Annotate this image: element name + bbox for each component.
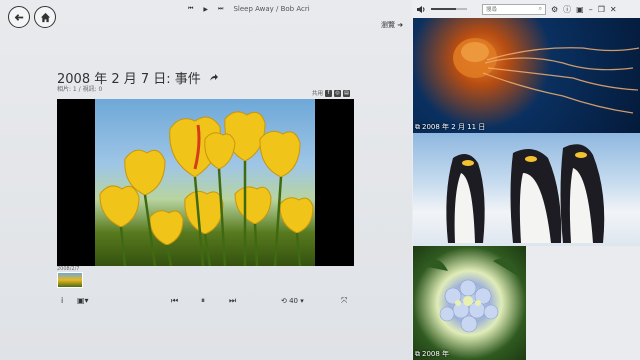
album-tile-hydrangea[interactable]: ⧉ 2008 年 [413, 246, 526, 360]
arrow-left-icon [14, 13, 23, 21]
tile-caption-text: 2008 年 [422, 350, 450, 358]
photo-share-icon[interactable]: ◎ [334, 89, 342, 97]
tile-caption: ⧉ 2008 年 2 月 11 日 [415, 122, 485, 132]
close-button[interactable]: ✕ [610, 5, 617, 14]
previous-track-button[interactable]: ⏮ [188, 5, 193, 13]
browse-label: 瀏覽 [381, 21, 395, 29]
search-input[interactable]: 搜尋 ⌕ [482, 3, 546, 15]
jellyfish-illustration [453, 38, 640, 114]
tulips-photo [95, 99, 315, 266]
share-label: 共用 [312, 91, 324, 97]
pause-button[interactable]: ⏸ [201, 294, 205, 308]
album-tile-jellyfish[interactable]: ⧉ 2008 年 2 月 11 日 [413, 18, 640, 133]
volume-level [431, 8, 457, 10]
arrow-right-icon: ➜ [397, 21, 404, 29]
minimize-button[interactable]: – [589, 5, 593, 14]
compact-view-icon[interactable]: ▣ [576, 5, 584, 14]
search-placeholder: 搜尋 [486, 7, 498, 13]
photo-thumbnail[interactable] [57, 272, 83, 288]
album-tile-penguins[interactable] [413, 133, 640, 246]
now-playing-title[interactable]: Sleep Away / Bob Acri [233, 5, 309, 13]
share-row: 共用 f ◎ ▤ [312, 89, 351, 97]
next-track-button[interactable]: ⏭ [218, 5, 223, 13]
search-icon: ⌕ [538, 5, 542, 12]
blog-icon[interactable]: ▤ [343, 89, 351, 97]
facebook-icon[interactable]: f [325, 89, 333, 97]
restore-button[interactable]: ❐ [598, 5, 605, 14]
photo-viewer[interactable] [57, 99, 354, 266]
tile-caption-text: 2008 年 2 月 11 日 [422, 123, 486, 131]
browse-link[interactable]: 瀏覽 ➜ [381, 20, 403, 30]
next-photo-button[interactable]: ⏭ [229, 294, 236, 308]
back-button[interactable] [8, 6, 30, 28]
previous-photo-button[interactable]: ⏮ [171, 294, 178, 308]
top-bar: 搜尋 ⌕ ⚙ ⓘ ▣ – ❐ ✕ [412, 0, 640, 18]
repeat-button[interactable]: ⟲ 40 ▾ [281, 294, 304, 308]
home-button[interactable] [34, 6, 56, 28]
playback-controls: i ▣▾ ⏮ ⏸ ⏭ ⟲ 40 ▾ ⤧ [57, 294, 354, 308]
tile-caption: ⧉ 2008 年 [415, 349, 449, 359]
play-button[interactable]: ▶ [203, 6, 208, 13]
info-icon[interactable]: ⓘ [563, 4, 571, 15]
info-button[interactable]: i [61, 294, 63, 308]
home-icon [40, 12, 50, 22]
album-meta: 相片: 1 / 視訊: 0 [57, 86, 103, 93]
now-playing-bar: ⏮ ▶ ⏭ Sleep Away / Bob Acri [188, 3, 310, 15]
hydrangea-illustration [423, 258, 518, 333]
tulips-illustration [99, 111, 314, 266]
penguins-illustration [446, 144, 605, 243]
gear-icon[interactable]: ⚙ [551, 5, 558, 14]
album-icon: ⧉ [415, 122, 420, 131]
album-icon: ⧉ [415, 349, 420, 358]
share-arrow-icon[interactable] [209, 73, 219, 82]
volume-slider[interactable] [431, 8, 467, 10]
volume-icon[interactable] [416, 5, 426, 14]
slideshow-button[interactable]: ▣▾ [77, 294, 89, 308]
fullscreen-button[interactable]: ⤧ [341, 294, 347, 308]
